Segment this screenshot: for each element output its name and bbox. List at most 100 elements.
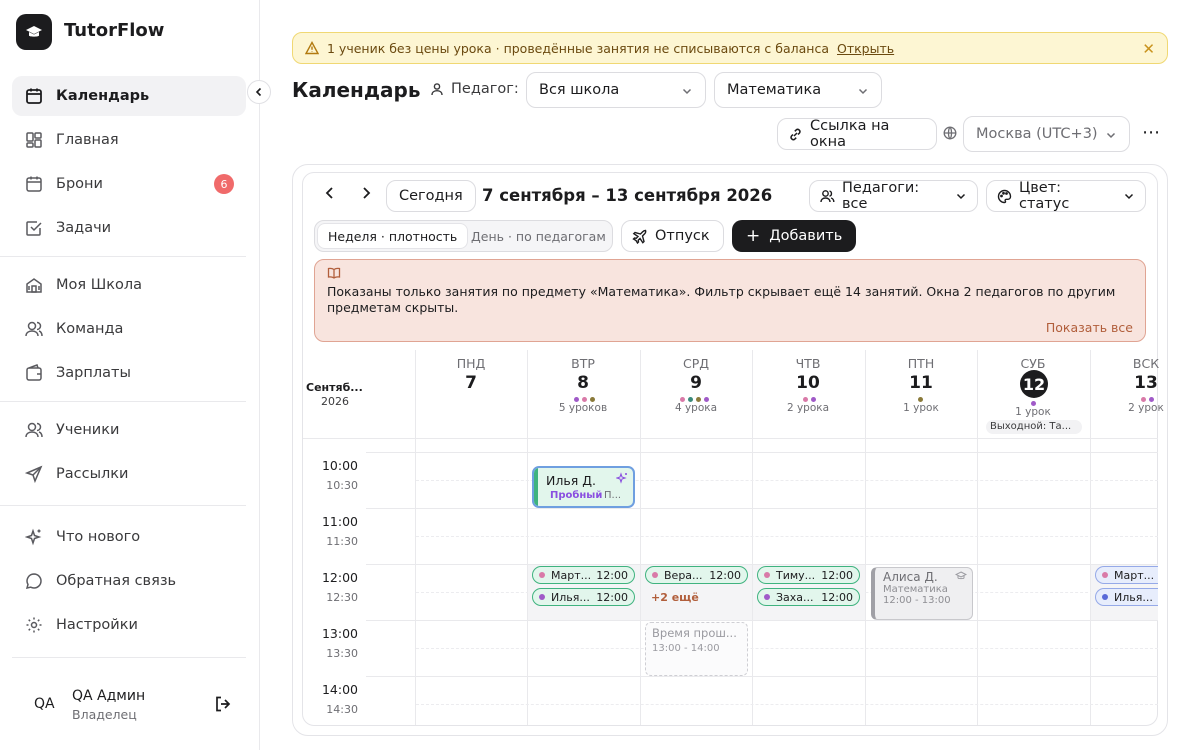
view-switch: Неделя · плотность День · по педагогам — [314, 220, 613, 252]
show-all-link[interactable]: Показать все — [1046, 320, 1133, 335]
chevron-down-icon — [1105, 129, 1117, 141]
checkbox-icon — [24, 218, 44, 238]
users-icon — [24, 319, 44, 339]
month-label: Сентяб... — [306, 381, 363, 394]
more-events-link[interactable]: +2 ещё — [651, 591, 699, 604]
view-week-tab[interactable]: Неделя · плотность — [317, 223, 469, 249]
lesson-event[interactable]: Илья... — [1095, 588, 1158, 606]
today-button[interactable]: Сегодня — [386, 180, 476, 212]
graduation-cap-icon — [955, 571, 967, 581]
chevron-down-icon — [955, 190, 967, 202]
day-name: ВТР — [571, 356, 595, 371]
event-time: 12:00 - 13:00 — [883, 595, 951, 606]
time-label: 10:00 — [321, 458, 358, 473]
lesson-event[interactable]: Тиму... 12:00 — [757, 566, 860, 584]
lesson-event[interactable]: Март... 12:00 — [532, 566, 635, 584]
student-color-dot — [539, 572, 545, 578]
event-student: Март... — [551, 568, 592, 582]
warning-text: 1 ученик без цены урока · проведённые за… — [327, 40, 829, 56]
plane-icon — [632, 229, 647, 244]
view-day-tab[interactable]: День · по педагогам — [471, 223, 606, 249]
sidebar-item-salaries[interactable]: Зарплаты — [12, 353, 246, 393]
lesson-event[interactable]: Илья... 12:00 — [532, 588, 635, 606]
logo-icon[interactable] — [16, 14, 52, 50]
sidebar-item-team[interactable]: Команда — [12, 309, 246, 349]
open-link[interactable]: Открыть — [837, 41, 894, 56]
sparkles-icon — [616, 472, 628, 484]
past-time-slot: Время прош... 13:00 - 14:00 — [645, 622, 748, 676]
trial-tag: Пробный — [550, 490, 603, 501]
event-student: Илья... — [1114, 590, 1153, 604]
day-number[interactable]: 10 — [752, 373, 864, 393]
year-label: 2026 — [321, 395, 349, 408]
calendar-icon — [24, 174, 44, 194]
close-icon[interactable]: ✕ — [1142, 40, 1155, 58]
event-student: Март... — [1114, 568, 1155, 582]
next-week-button[interactable] — [360, 186, 372, 200]
day-number[interactable]: 7 — [415, 373, 527, 393]
sidebar-item-students[interactable]: Ученики — [12, 410, 246, 450]
day-number[interactable]: 9 — [640, 373, 752, 393]
trial-lesson-event[interactable]: Илья Д. Пробный П... — [532, 466, 635, 508]
time-label: 14:00 — [321, 682, 358, 697]
sidebar-item-tasks[interactable]: Задачи — [12, 208, 246, 248]
sidebar-item-label: Что нового — [56, 529, 141, 545]
teacher-select[interactable]: Вся школа — [526, 72, 706, 108]
day-number[interactable]: 8 — [527, 373, 639, 393]
avatar[interactable]: QA — [34, 696, 55, 712]
chevron-down-icon — [681, 85, 693, 97]
time-label: 11:00 — [321, 514, 358, 529]
grid-line — [416, 704, 1158, 705]
add-button[interactable]: + Добавить — [732, 220, 857, 252]
student-color-dot — [764, 572, 770, 578]
day-name: ПТН — [907, 356, 935, 371]
more-options-icon[interactable]: ⋯ — [1142, 122, 1161, 143]
warning-icon — [305, 41, 319, 55]
subject-select[interactable]: Математика — [714, 72, 882, 108]
chevron-down-icon — [857, 85, 869, 97]
day-lesson-count: 1 урок — [903, 402, 939, 414]
lesson-event[interactable]: Заха... 12:00 — [757, 588, 860, 606]
sidebar-item-label: Зарплаты — [56, 365, 131, 381]
sidebar-item-home[interactable]: Главная — [12, 120, 246, 160]
filter-notice: Показаны только занятия по предмету «Мат… — [314, 259, 1146, 342]
sidebar-item-mailings[interactable]: Рассылки — [12, 454, 246, 494]
day-lesson-count: 1 урок — [1015, 406, 1051, 418]
event-time: 12:00 — [709, 569, 741, 582]
sidebar-item-calendar[interactable]: Календарь — [12, 76, 246, 116]
logout-icon[interactable] — [214, 695, 232, 713]
sidebar-item-label: Ученики — [56, 422, 120, 438]
sidebar-item-school[interactable]: Моя Школа — [12, 265, 246, 305]
time-label: 14:30 — [326, 703, 358, 716]
chevron-down-icon — [1123, 190, 1135, 202]
event-student: Вера... — [664, 568, 703, 582]
prev-week-button[interactable] — [324, 186, 336, 200]
grid-line — [416, 648, 1158, 649]
day-number[interactable]: 11 — [865, 373, 977, 393]
grid-line — [366, 676, 1158, 677]
sidebar-item-feedback[interactable]: Обратная связь — [12, 561, 246, 601]
lesson-event[interactable]: Март... — [1095, 566, 1158, 584]
day-off-badge[interactable]: Выходной: Та... — [986, 420, 1082, 434]
day-number[interactable]: 13 — [1090, 373, 1200, 393]
link-icon — [788, 127, 803, 142]
grid-line — [415, 350, 416, 725]
time-label: 13:00 — [321, 626, 358, 641]
teacher-label-text: Педагог: — [451, 81, 519, 97]
today-marker[interactable]: 12 — [1020, 370, 1048, 398]
lesson-event[interactable]: Вера... 12:00 — [645, 566, 748, 584]
sidebar-item-settings[interactable]: Настройки — [12, 605, 246, 645]
sidebar-item-whats-new[interactable]: Что нового — [12, 517, 246, 557]
collapse-sidebar-button[interactable] — [247, 80, 271, 104]
calendar-icon — [24, 86, 44, 106]
color-filter[interactable]: Цвет: статус — [986, 180, 1146, 212]
day-name: СРД — [682, 356, 710, 371]
teachers-filter[interactable]: Педагоги: все — [809, 180, 978, 212]
grid-line — [366, 620, 1158, 621]
slots-link-button[interactable]: Ссылка на окна — [777, 118, 937, 150]
lesson-event-muted[interactable]: Алиса Д. Математика 12:00 - 13:00 — [871, 567, 973, 620]
vacation-button[interactable]: Отпуск — [621, 220, 724, 252]
timezone-select[interactable]: Москва (UTC+3) — [963, 116, 1130, 152]
sidebar-item-label: Задачи — [56, 220, 112, 236]
sidebar-item-bookings[interactable]: Брони 6 — [12, 164, 246, 204]
